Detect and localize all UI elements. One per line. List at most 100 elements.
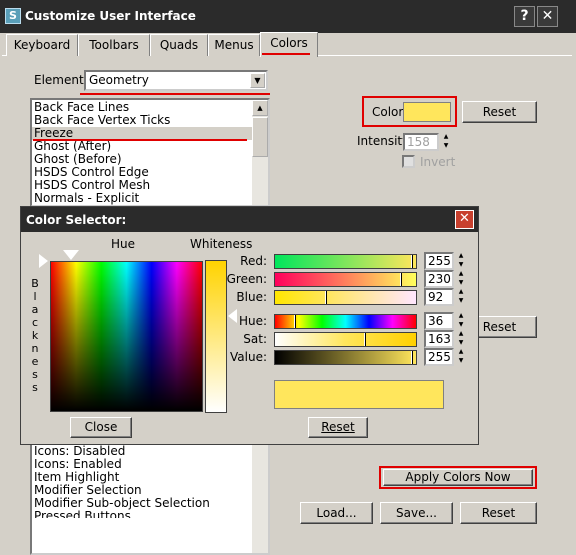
invert-label: Invert xyxy=(420,155,456,169)
elements-dropdown[interactable]: Geometry ▼ xyxy=(84,70,268,91)
color-label: Color: xyxy=(372,105,408,119)
spin-down-icon[interactable]: ▼ xyxy=(455,279,467,288)
blackness-letter: n xyxy=(31,342,39,355)
intensity-field[interactable]: 158 xyxy=(403,133,439,151)
scroll-thumb[interactable] xyxy=(252,117,268,157)
color-element-list[interactable]: Back Face Lines Back Face Vertex Ticks F… xyxy=(30,98,270,207)
blackness-pointer-icon[interactable] xyxy=(39,254,48,268)
blackness-label: Blackness xyxy=(30,277,40,394)
color-selector-title-bar[interactable]: Color Selector: ✕ xyxy=(21,207,478,232)
color-selector-dialog: Color Selector: ✕ Hue Whiteness Blacknes… xyxy=(20,206,479,445)
spin-up-icon[interactable]: ▲ xyxy=(455,348,467,357)
sat-value-field[interactable]: 163 xyxy=(424,330,454,348)
red-slider[interactable] xyxy=(274,254,417,269)
invert-checkbox[interactable] xyxy=(402,155,415,168)
hue-blackness-gradient[interactable] xyxy=(50,261,203,412)
red-value-field[interactable]: 255 xyxy=(424,252,454,270)
blue-slider[interactable] xyxy=(274,290,417,305)
blackness-letter: a xyxy=(31,303,39,316)
color-selector-close-icon[interactable]: ✕ xyxy=(455,210,474,229)
tab-menus[interactable]: Menus xyxy=(208,34,260,56)
blackness-letter: s xyxy=(32,368,38,381)
hue-label: Hue xyxy=(111,237,136,251)
close-button[interactable]: Close xyxy=(70,417,132,438)
highlight-underline-colors xyxy=(262,53,310,55)
highlight-underline-elements xyxy=(80,93,270,95)
hue-value-field[interactable]: 36 xyxy=(424,312,454,330)
green-slider[interactable] xyxy=(274,272,417,287)
spin-up-icon[interactable]: ▲ xyxy=(455,270,467,279)
green-slider-thumb[interactable] xyxy=(400,273,402,286)
blackness-letter: B xyxy=(31,277,39,290)
tab-toolbars[interactable]: Toolbars xyxy=(78,34,150,56)
close-window-button[interactable]: ✕ xyxy=(537,6,558,27)
elements-value: Geometry xyxy=(89,73,149,87)
green-label: Green: xyxy=(226,272,267,286)
scroll-up-icon[interactable]: ▲ xyxy=(252,100,268,116)
sat-slider-thumb[interactable] xyxy=(364,333,366,346)
red-label: Red: xyxy=(240,254,267,268)
red-spinner[interactable]: ▲ ▼ xyxy=(455,252,467,270)
list-item[interactable]: Normals - Explicit xyxy=(32,192,268,205)
help-button[interactable]: ? xyxy=(514,6,535,27)
intensity-spinner[interactable]: ▲ ▼ xyxy=(440,133,452,151)
apply-colors-now-button[interactable]: Apply Colors Now xyxy=(383,469,533,486)
spin-down-icon[interactable]: ▼ xyxy=(455,339,467,348)
sat-slider[interactable] xyxy=(274,332,417,347)
hue-label: Hue: xyxy=(238,314,267,328)
spin-up-icon[interactable]: ▲ xyxy=(455,252,467,261)
spin-up-icon[interactable]: ▲ xyxy=(455,312,467,321)
color-preview-swatch xyxy=(274,380,444,409)
blue-slider-thumb[interactable] xyxy=(325,291,327,304)
value-value-field[interactable]: 255 xyxy=(424,348,454,366)
red-slider-thumb[interactable] xyxy=(411,255,413,268)
sat-spinner[interactable]: ▲ ▼ xyxy=(455,330,467,348)
save-button[interactable]: Save... xyxy=(380,502,453,524)
list-item[interactable]: Pressed Buttons xyxy=(32,510,268,518)
selector-reset-button[interactable]: Reset xyxy=(308,417,368,438)
load-button[interactable]: Load... xyxy=(300,502,373,524)
tab-quads[interactable]: Quads xyxy=(150,34,208,56)
window-title: Customize User Interface xyxy=(25,9,196,23)
value-slider-thumb[interactable] xyxy=(411,351,413,364)
list-scrollbar[interactable]: ▲ xyxy=(252,100,268,205)
spin-up-icon[interactable]: ▲ xyxy=(455,330,467,339)
window-title-bar: S Customize User Interface ? ✕ xyxy=(0,0,576,33)
list-item[interactable]: Modifier Sub-object Selection xyxy=(32,497,268,510)
value-slider[interactable] xyxy=(274,350,417,365)
hue-pointer-icon[interactable] xyxy=(63,250,79,260)
color-element-list-lower[interactable]: Icons: Disabled Icons: Enabled Item High… xyxy=(30,443,270,555)
green-spinner[interactable]: ▲ ▼ xyxy=(455,270,467,288)
spin-down-icon[interactable]: ▼ xyxy=(455,297,467,306)
blackness-letter: k xyxy=(31,329,39,342)
spin-down-icon[interactable]: ▼ xyxy=(440,142,452,151)
sat-label: Sat: xyxy=(243,332,267,346)
blackness-letter: e xyxy=(31,355,39,368)
highlight-underline-freeze xyxy=(33,139,247,141)
chevron-down-icon[interactable]: ▼ xyxy=(250,73,265,88)
blue-value-field[interactable]: 92 xyxy=(424,288,454,306)
color-reset-button[interactable]: Reset xyxy=(462,101,537,123)
green-value-field[interactable]: 230 xyxy=(424,270,454,288)
color-selector-title: Color Selector: xyxy=(26,213,127,227)
spin-up-icon[interactable]: ▲ xyxy=(440,133,452,142)
whiteness-bar[interactable] xyxy=(205,260,227,413)
blue-label: Blue: xyxy=(236,290,267,304)
tab-keyboard[interactable]: Keyboard xyxy=(6,34,78,56)
hue-spinner[interactable]: ▲ ▼ xyxy=(455,312,467,330)
value-label: Value: xyxy=(230,350,267,364)
spin-down-icon[interactable]: ▼ xyxy=(455,321,467,330)
app-icon: S xyxy=(5,8,21,24)
spin-up-icon[interactable]: ▲ xyxy=(455,288,467,297)
hue-slider[interactable] xyxy=(274,314,417,329)
spin-down-icon[interactable]: ▼ xyxy=(455,357,467,366)
whiteness-label: Whiteness xyxy=(190,237,253,251)
blue-spinner[interactable]: ▲ ▼ xyxy=(455,288,467,306)
whiteness-pointer-icon[interactable] xyxy=(228,309,237,323)
reset-button-3[interactable]: Reset xyxy=(460,502,537,524)
list-scrollbar-lower[interactable] xyxy=(252,443,268,553)
spin-down-icon[interactable]: ▼ xyxy=(455,261,467,270)
value-spinner[interactable]: ▲ ▼ xyxy=(455,348,467,366)
hue-slider-thumb[interactable] xyxy=(294,315,296,328)
color-swatch[interactable] xyxy=(403,102,451,122)
